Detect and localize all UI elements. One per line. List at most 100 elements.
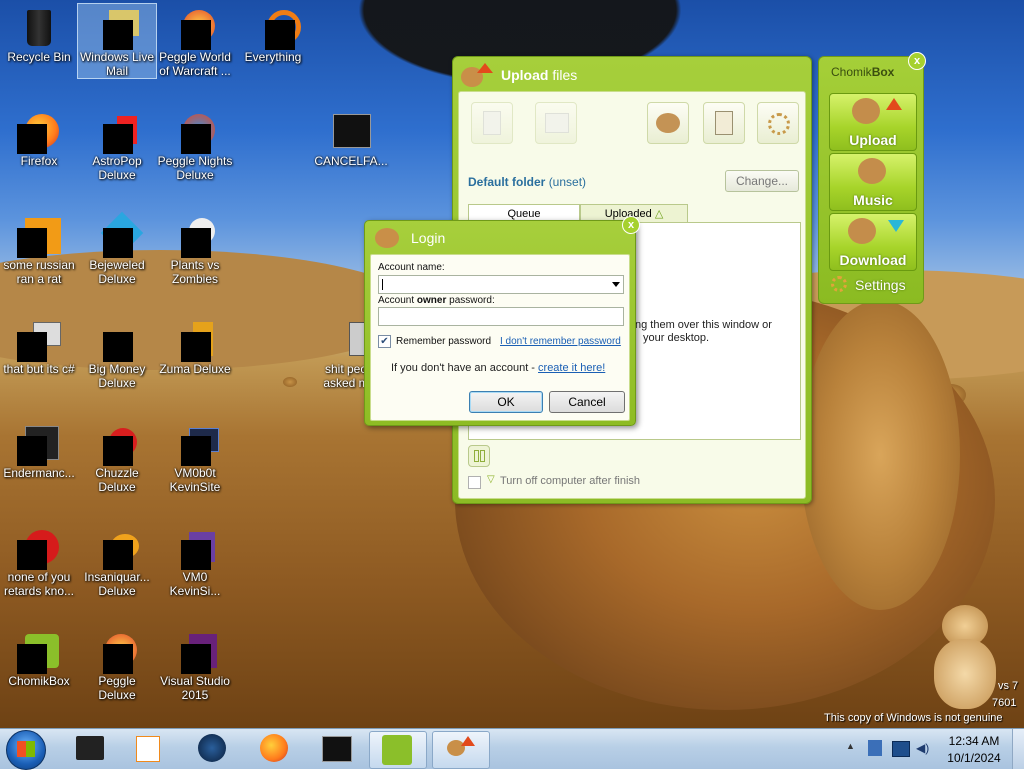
desktop-icon-chuzzle[interactable]: Chuzzle Deluxe <box>78 420 156 494</box>
music-label: Music <box>853 192 893 208</box>
hamster-icon <box>848 218 876 244</box>
big-money-icon <box>97 320 137 362</box>
firefox-icon <box>17 112 59 154</box>
add-folder-button[interactable] <box>535 102 577 144</box>
chomik-mascot-icon[interactable] <box>930 605 1000 710</box>
tray-app-icon[interactable] <box>868 740 882 756</box>
media-player-icon <box>136 736 160 762</box>
desktop-icon-label: Peggle Deluxe <box>98 674 136 702</box>
clipboard-add-button[interactable] <box>703 102 745 144</box>
chomik-account-button[interactable] <box>647 102 689 144</box>
desktop-icon-astropop[interactable]: AstroPop Deluxe <box>78 108 156 182</box>
gear-icon <box>768 113 790 135</box>
tray-expand-icon[interactable]: ▲ <box>846 741 855 751</box>
desktop-icon-peggle-wow[interactable]: Peggle World of Warcraft ... <box>156 4 234 78</box>
title-bold-part: Upload <box>501 67 549 83</box>
show-desktop-button[interactable] <box>1012 729 1024 769</box>
title-rest-part: files <box>552 67 578 83</box>
clock-date[interactable]: 10/1/2024 <box>944 751 1004 765</box>
desktop-icon-some-russian-ran-a-rat[interactable]: some russian ran a rat <box>0 212 78 286</box>
taskbar-explorer[interactable] <box>62 731 118 767</box>
text-cursor <box>382 279 383 290</box>
desktop-icon-insaniquarium[interactable]: Insaniquar... Deluxe <box>78 524 156 598</box>
change-folder-button[interactable]: Change... <box>725 170 799 192</box>
desktop-icon-label: VM0b0t KevinSite <box>169 466 221 494</box>
ae-file-icon <box>17 216 61 258</box>
clipboard-icon <box>715 111 733 135</box>
desktop-icon-big-money[interactable]: Big Money Deluxe <box>78 316 156 390</box>
chomikbox-close-button[interactable]: x <box>908 52 926 70</box>
create-account-link[interactable]: create it here! <box>538 362 605 374</box>
desktop-icon-windows-live-mail[interactable]: Windows Live Mail <box>77 3 157 79</box>
desktop-icon-cancelfa[interactable]: CANCELFA... <box>312 108 390 168</box>
taskbar-cmd[interactable] <box>308 731 364 767</box>
chomikbox-download-button[interactable]: Download <box>829 213 917 271</box>
remember-password-label: Remember password <box>396 336 492 347</box>
login-body: Account name: Account owner password: ✔ … <box>370 254 630 421</box>
visual-studio-icon <box>175 632 217 674</box>
pause-button[interactable] <box>468 445 490 467</box>
settings-button[interactable] <box>757 102 799 144</box>
zuma-icon <box>175 320 215 362</box>
password-label-post: password: <box>446 295 495 306</box>
opera-like-icon <box>17 528 59 570</box>
taskbar-chomikbox[interactable] <box>369 731 427 769</box>
globe-icon <box>198 734 226 762</box>
console-app-icon <box>17 424 59 466</box>
add-files-button[interactable] <box>471 102 513 144</box>
desktop-icon-zuma[interactable]: Zuma Deluxe <box>156 316 234 376</box>
everything-search-icon <box>253 8 301 50</box>
settings-link[interactable]: Settings <box>855 277 906 293</box>
drop-hint-line-1: ng them over this window or <box>635 319 772 331</box>
taskbar-firefox[interactable] <box>246 731 302 767</box>
account-name-combobox[interactable] <box>378 275 624 294</box>
remember-password-checkbox[interactable]: ✔ <box>378 335 391 348</box>
taskbar-media-player[interactable] <box>120 731 176 767</box>
turn-off-label: Turn off computer after finish <box>500 475 641 487</box>
desktop-icon-chomikbox[interactable]: ChomikBox <box>0 628 78 688</box>
turn-off-checkbox[interactable] <box>468 476 481 489</box>
chomikbox-upload-button[interactable]: Upload <box>829 93 917 151</box>
gear-icon[interactable] <box>831 276 847 292</box>
desktop-icon-peggle-nights[interactable]: Peggle Nights Deluxe <box>156 108 234 182</box>
cancel-button[interactable]: Cancel <box>549 391 625 413</box>
desktop-icon-firefox[interactable]: Firefox <box>0 108 78 168</box>
login-close-button[interactable]: x <box>622 216 640 234</box>
network-icon[interactable] <box>892 741 910 757</box>
desktop-icon-vm0-kevinsite[interactable]: VM0 KevinSi... <box>156 524 234 598</box>
watermark-edition: vs 7 <box>998 680 1019 692</box>
drop-hint-line-2: your desktop. <box>643 332 710 344</box>
desktop-icon-label: Zuma Deluxe <box>159 362 231 376</box>
desktop-icon-label: Windows Live Mail <box>79 50 155 78</box>
desktop-icon-label: VM0 KevinSi... <box>169 570 221 598</box>
volume-icon[interactable]: ◀) <box>916 741 930 755</box>
desktop-icon-peggle-deluxe[interactable]: Peggle Deluxe <box>78 628 156 702</box>
hamster-icon <box>656 113 680 133</box>
desktop-icon-that-but-its-csharp[interactable]: that but its c# <box>0 316 78 376</box>
taskbar-unknown-app[interactable] <box>184 731 240 767</box>
desktop-icon-label: Bejeweled Deluxe <box>89 258 145 286</box>
chomikbox-title: ChomikBox <box>831 65 894 79</box>
password-field[interactable] <box>378 307 624 326</box>
pause-icon <box>480 450 485 462</box>
desktop-icon-label: Chuzzle Deluxe <box>95 466 139 494</box>
default-folder-value: (unset) <box>548 175 587 189</box>
desktop-icon-plants-vs-zombies[interactable]: Plants vs Zombies <box>156 212 234 286</box>
desktop-icon-recycle-bin[interactable]: Recycle Bin <box>0 4 78 64</box>
clock-time[interactable]: 12:34 AM <box>944 734 1004 748</box>
no-account-text: If you don't have an account - <box>391 362 539 374</box>
desktop-icon-everything[interactable]: Everything <box>234 4 312 64</box>
desktop-icon-bejeweled[interactable]: Bejeweled Deluxe <box>78 211 156 286</box>
taskbar-upload-files[interactable] <box>432 731 490 769</box>
console-app-icon <box>331 112 371 152</box>
desktop-icon-visual-studio[interactable]: Visual Studio 2015 <box>156 628 234 702</box>
forgot-password-link[interactable]: I don't remember password <box>500 336 621 347</box>
chevron-down-icon[interactable] <box>612 282 620 287</box>
desktop-icon-endermanc[interactable]: Endermanc... <box>0 420 78 480</box>
start-button[interactable] <box>6 730 46 770</box>
ok-button[interactable]: OK <box>469 391 543 413</box>
desktop-icon-none-of-you[interactable]: none of you retards kno... <box>0 524 78 598</box>
chomikbox-music-button[interactable]: Music <box>829 153 917 211</box>
chomikbox-icon <box>17 632 59 674</box>
desktop-icon-vm0b0t[interactable]: VM0b0t KevinSite <box>156 420 234 494</box>
